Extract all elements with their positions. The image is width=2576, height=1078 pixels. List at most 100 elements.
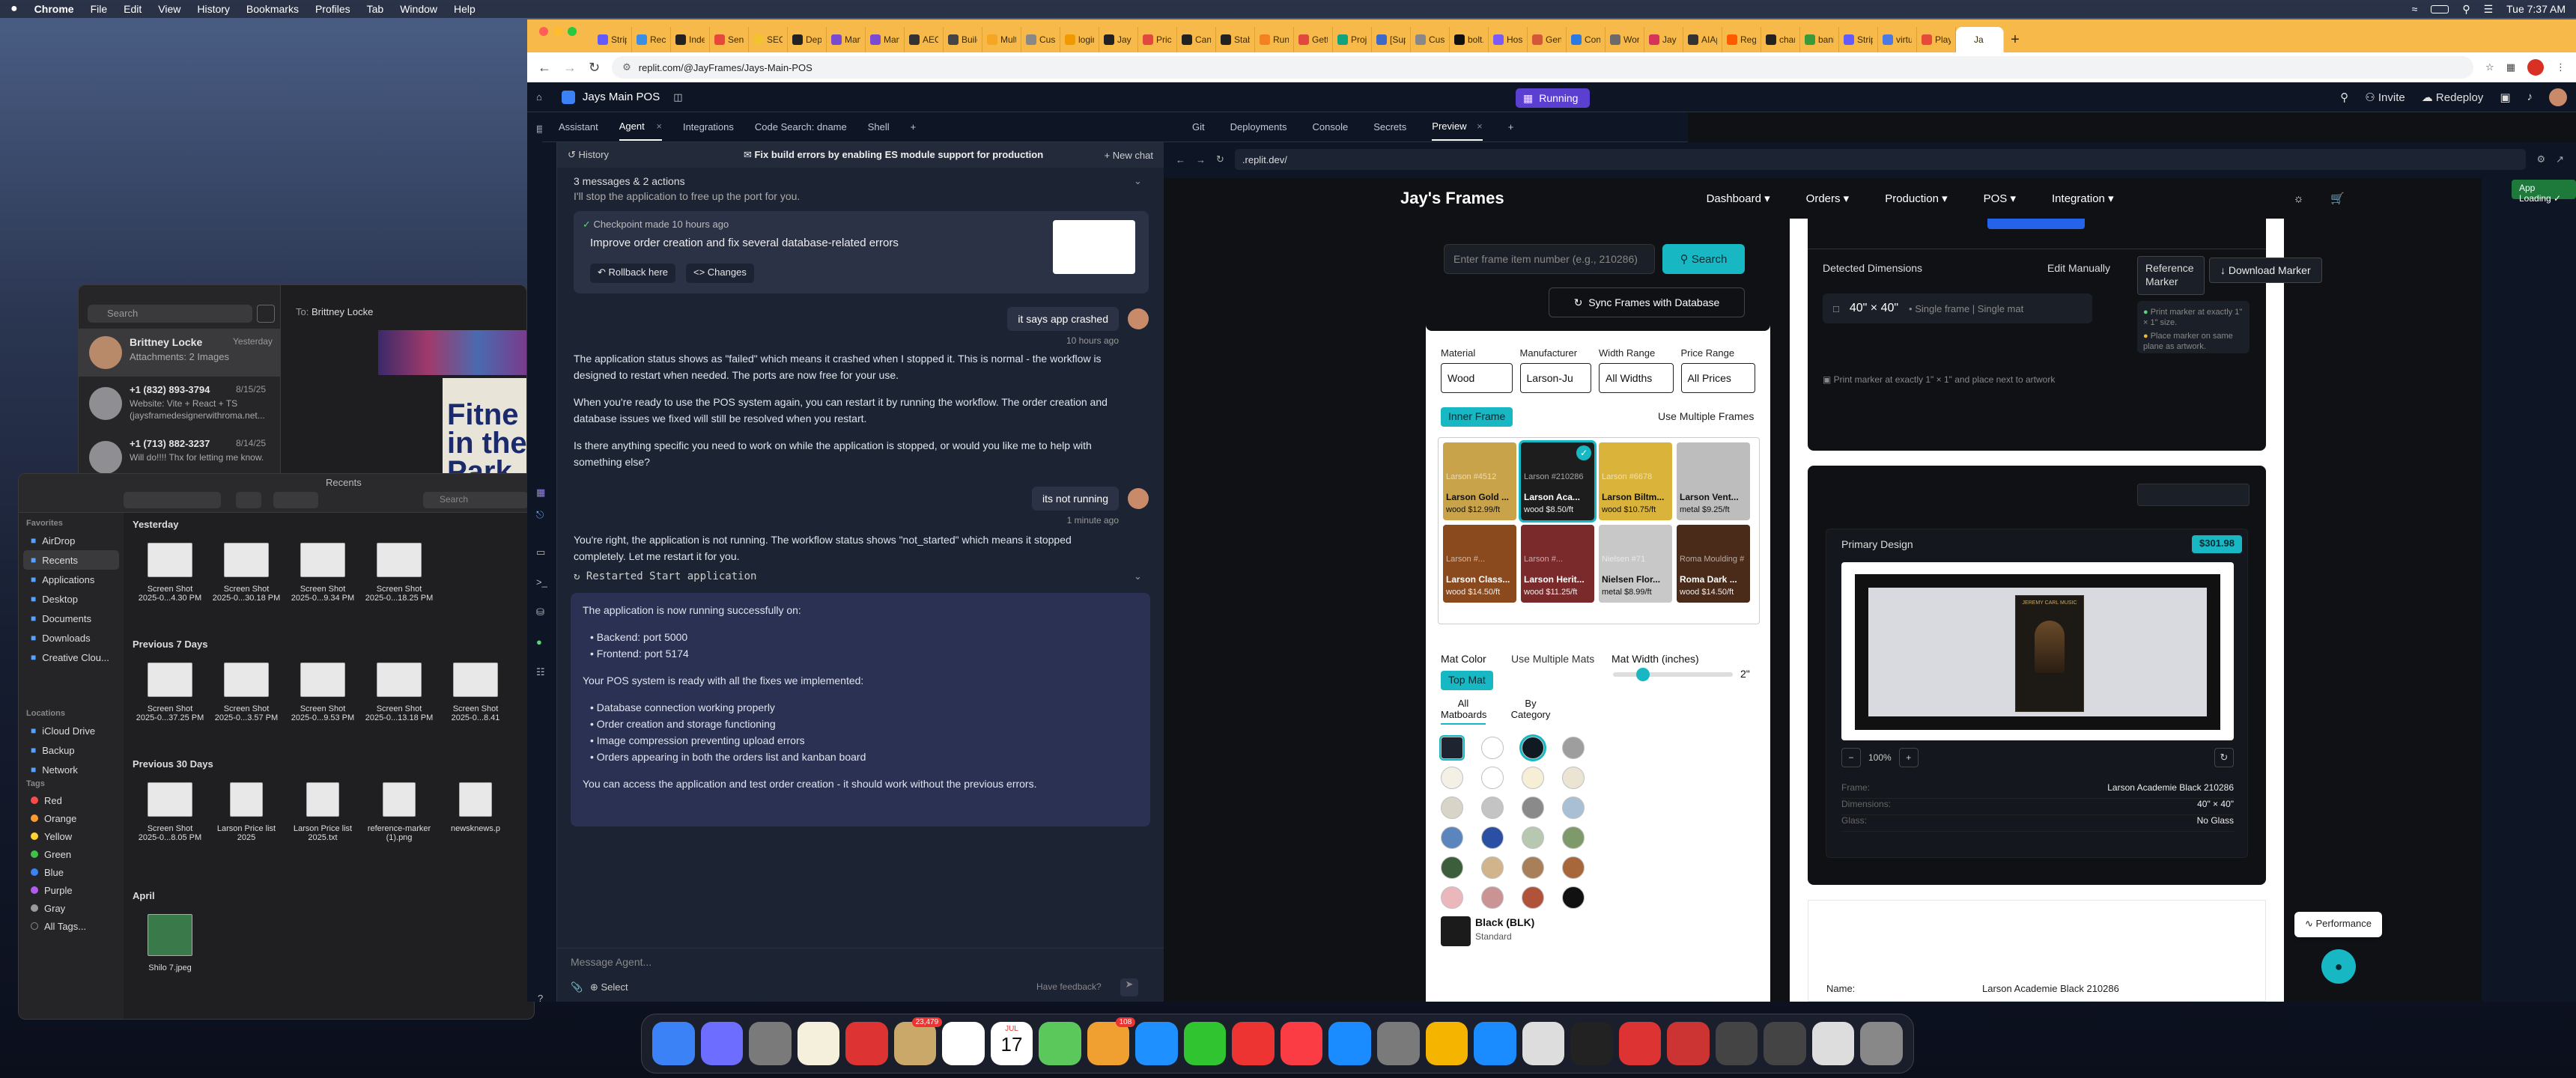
- dock-app-icon[interactable]: [1474, 1022, 1516, 1065]
- browser-tab[interactable]: Mult: [982, 27, 1021, 52]
- browser-tab[interactable]: Strip: [1839, 27, 1878, 52]
- browser-tab[interactable]: SEO: [749, 27, 788, 52]
- mat-swatch[interactable]: [1441, 886, 1463, 909]
- browser-tab[interactable]: bolt.: [1450, 27, 1489, 52]
- tab-console[interactable]: Console: [1313, 121, 1349, 133]
- forward-icon[interactable]: →: [563, 60, 577, 76]
- panels-icon[interactable]: ▣: [2500, 91, 2510, 104]
- history-button[interactable]: ↺ History: [568, 149, 609, 161]
- mat-swatch[interactable]: [1562, 797, 1585, 819]
- chat-bubble-icon[interactable]: ●: [2321, 949, 2356, 984]
- nav-integration[interactable]: Integration ▾: [2052, 192, 2114, 205]
- run-status-button[interactable]: ▦ Running: [1516, 88, 1591, 108]
- mat-swatch[interactable]: [1519, 734, 1546, 761]
- zoom-in-icon[interactable]: +: [1898, 748, 1919, 767]
- menu-window[interactable]: Window: [400, 3, 437, 15]
- tab-agent[interactable]: Agent ×: [619, 113, 662, 141]
- preview-url-bar[interactable]: .replit.dev/: [1234, 149, 2527, 170]
- sidebar-item[interactable]: ■ Applications: [19, 570, 124, 589]
- mat-swatch[interactable]: [1522, 767, 1544, 789]
- edit-manually-button[interactable]: Edit Manually: [2047, 262, 2110, 274]
- group-by-icon[interactable]: [236, 492, 261, 508]
- back-icon[interactable]: ←: [1176, 154, 1185, 165]
- preview-icon[interactable]: ▭: [536, 546, 545, 558]
- menu-help[interactable]: Help: [454, 3, 476, 15]
- dock-app-icon[interactable]: [942, 1022, 985, 1065]
- conversation-item[interactable]: Brittney Locke Yesterday Attachments: 2 …: [79, 329, 281, 377]
- tab-secrets[interactable]: Secrets: [1373, 121, 1406, 133]
- dock-app-icon[interactable]: [1522, 1022, 1565, 1065]
- browser-tab[interactable]: Proje: [1333, 27, 1372, 52]
- dock-app-icon[interactable]: [1135, 1022, 1178, 1065]
- dock-app-icon[interactable]: [1183, 1022, 1227, 1065]
- apple-menu-icon[interactable]: ●: [10, 2, 18, 16]
- dock-app-icon[interactable]: 23,479: [893, 1017, 943, 1065]
- browser-tab[interactable]: Host: [1489, 27, 1528, 52]
- mat-swatch[interactable]: [1441, 856, 1463, 879]
- to-field[interactable]: To: Brittney Locke: [296, 306, 373, 317]
- menu-edit[interactable]: Edit: [124, 3, 142, 15]
- mat-swatch[interactable]: [1439, 735, 1465, 761]
- mat-swatch[interactable]: [1441, 826, 1463, 849]
- browser-tab[interactable]: Mani: [866, 27, 905, 52]
- dock-app-icon[interactable]: [1715, 1022, 1758, 1065]
- slider-handle[interactable]: [1636, 668, 1650, 681]
- reload-icon[interactable]: ↻: [1216, 153, 1224, 165]
- add-tab-icon[interactable]: +: [1508, 121, 1514, 133]
- mat-swatch[interactable]: [1481, 826, 1504, 849]
- browser-tab[interactable]: Reco: [632, 27, 671, 52]
- dock-app-icon[interactable]: [797, 1022, 840, 1065]
- inner-frame-tab[interactable]: Inner Frame: [1441, 407, 1513, 427]
- use-multiple-mats-toggle[interactable]: Use Multiple Mats: [1511, 653, 1594, 665]
- browser-tab[interactable]: Getti: [1294, 27, 1333, 52]
- rotate-icon[interactable]: ↻: [2214, 748, 2234, 767]
- image-attachment[interactable]: [378, 330, 526, 375]
- mat-swatch[interactable]: [1441, 767, 1463, 789]
- sidebar-item[interactable]: ■ Downloads: [19, 628, 124, 648]
- apps-icon[interactable]: ☷: [536, 666, 545, 678]
- tab-shell[interactable]: Shell: [868, 121, 890, 133]
- dock-app-icon[interactable]: [1811, 1022, 1855, 1065]
- frame-card[interactable]: Nielsen #71 Nielsen Flor... metal $8.99/ft: [1599, 525, 1672, 603]
- theme-toggle-icon[interactable]: ☼: [2294, 192, 2304, 205]
- frame-card[interactable]: Larson #4512 Larson Gold ... wood $12.99/f…: [1443, 442, 1516, 520]
- profile-avatar[interactable]: [2527, 59, 2544, 76]
- tab-by-category[interactable]: By Category: [1508, 698, 1553, 720]
- sidebar-item[interactable]: ■ Creative Clou...: [19, 648, 124, 667]
- tag-item[interactable]: Red: [19, 791, 124, 809]
- file-item[interactable]: Screen Shot 2025-0...8.41: [440, 658, 511, 755]
- database-icon[interactable]: ⛁: [536, 606, 544, 618]
- file-item[interactable]: newsknews.p: [440, 778, 511, 875]
- download-marker-button[interactable]: ↓ Download Marker: [2209, 258, 2322, 283]
- file-item[interactable]: Screen Shot 2025-0...9.34 PM: [287, 538, 359, 636]
- browser-tab[interactable]: Play: [1917, 27, 1956, 52]
- dock-app-icon[interactable]: [1618, 1022, 1662, 1065]
- browser-tab[interactable]: login: [1060, 27, 1099, 52]
- deployments-icon[interactable]: ●: [536, 636, 542, 648]
- open-new-tab-icon[interactable]: ↗: [2556, 153, 2564, 165]
- mat-swatch[interactable]: [1522, 826, 1544, 849]
- help-icon[interactable]: ?: [538, 993, 543, 1002]
- redeploy-button[interactable]: ☁ Redeploy: [2422, 91, 2484, 104]
- back-icon[interactable]: ←: [538, 60, 551, 76]
- nav-orders[interactable]: Orders ▾: [1806, 192, 1850, 205]
- mat-swatch[interactable]: [1441, 797, 1463, 819]
- attach-icon[interactable]: 📎: [571, 981, 583, 993]
- tag-item[interactable]: Gray: [19, 899, 124, 917]
- dock-app-icon[interactable]: [700, 1022, 744, 1065]
- control-center-icon[interactable]: ☰: [2484, 3, 2494, 16]
- filter-select[interactable]: Larson-Ju: [1519, 363, 1592, 393]
- mat-swatch[interactable]: [1522, 797, 1544, 819]
- menu-history[interactable]: History: [197, 3, 230, 15]
- use-multiple-frames-toggle[interactable]: Use Multiple Frames: [1658, 410, 1754, 422]
- nav-production[interactable]: Production ▾: [1885, 192, 1947, 205]
- frame-card[interactable]: Larson #6678 Larson Biltm... wood $10.75/f…: [1599, 442, 1672, 520]
- browser-tab[interactable]: Jay F: [1099, 27, 1138, 52]
- sidebar-item[interactable]: ■ Network: [19, 760, 124, 779]
- browser-tab[interactable]: Mani: [827, 27, 866, 52]
- forward-icon[interactable]: →: [1196, 154, 1206, 165]
- browser-tab[interactable]: bani: [1800, 27, 1839, 52]
- file-item[interactable]: Larson Price list 2025.txt: [287, 778, 359, 875]
- add-tab-icon[interactable]: +: [911, 121, 917, 133]
- dock-app-icon[interactable]: [1425, 1022, 1468, 1065]
